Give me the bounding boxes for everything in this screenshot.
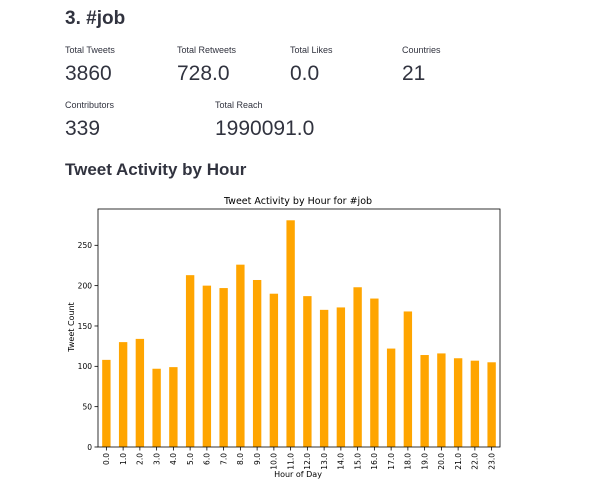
y-tick-label: 0 — [87, 443, 92, 452]
x-tick-label: 5.0 — [186, 453, 195, 465]
bar — [135, 338, 145, 447]
bar — [152, 368, 161, 447]
chart-x-axis-label: Hour of Day — [274, 470, 322, 479]
bar — [487, 362, 496, 447]
bar — [169, 367, 178, 447]
bar — [353, 287, 362, 447]
x-tick-label: 11.0 — [286, 453, 295, 470]
x-tick-label: 16.0 — [370, 453, 379, 470]
x-tick-label: 7.0 — [219, 453, 228, 465]
x-tick-label: 19.0 — [420, 453, 429, 470]
bar — [420, 355, 429, 447]
bar — [102, 359, 111, 447]
tweet-activity-chart: Tweet Activity by Hour for #job Tweet Co… — [67, 196, 501, 479]
x-tick-label: 9.0 — [253, 453, 262, 465]
bar — [118, 342, 128, 447]
y-tick-label: 250 — [78, 241, 93, 250]
bar — [319, 309, 329, 447]
x-tick-label: 6.0 — [203, 453, 212, 465]
x-tick-label: 12.0 — [303, 453, 312, 470]
x-tick-label: 23.0 — [487, 453, 496, 470]
x-tick-label: 0.0 — [102, 453, 111, 465]
bar — [403, 311, 413, 447]
bar — [437, 353, 446, 447]
bar — [252, 279, 262, 447]
bar — [269, 293, 279, 447]
bar — [370, 298, 379, 447]
chart-y-axis-label: Tweet Count — [67, 302, 76, 352]
x-tick-label: 22.0 — [471, 453, 480, 470]
x-tick-label: 18.0 — [404, 453, 413, 470]
y-tick-label: 50 — [82, 402, 92, 411]
bar — [470, 360, 480, 447]
x-tick-label: 4.0 — [169, 453, 178, 465]
x-tick-label: 10.0 — [270, 453, 279, 470]
bar — [303, 296, 312, 447]
x-tick-label: 13.0 — [320, 453, 329, 470]
bar — [386, 348, 396, 447]
bar — [236, 264, 245, 447]
y-tick-label: 200 — [78, 281, 93, 290]
bar — [219, 288, 228, 447]
bar — [202, 285, 212, 447]
y-tick-label: 100 — [78, 362, 93, 371]
x-tick-label: 14.0 — [337, 453, 346, 470]
y-tick-label: 150 — [78, 322, 93, 331]
x-tick-label: 3.0 — [152, 453, 161, 465]
x-tick-label: 1.0 — [119, 453, 128, 465]
x-tick-label: 8.0 — [236, 453, 245, 465]
x-tick-label: 17.0 — [387, 453, 396, 470]
x-tick-label: 21.0 — [454, 453, 463, 470]
chart-title: Tweet Activity by Hour for #job — [223, 196, 372, 207]
bar — [185, 275, 195, 447]
x-tick-label: 2.0 — [136, 453, 145, 465]
bar — [453, 358, 463, 447]
x-tick-label: 15.0 — [353, 453, 362, 470]
bar — [286, 220, 295, 447]
bar — [336, 307, 346, 447]
x-tick-label: 20.0 — [437, 453, 446, 470]
